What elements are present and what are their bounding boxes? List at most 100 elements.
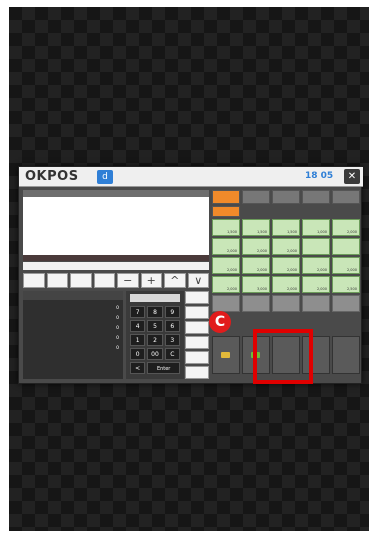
summary-tab[interactable] <box>23 291 56 300</box>
version-badge: d <box>97 170 113 184</box>
category-tab[interactable] <box>212 190 240 204</box>
menu-item[interactable]: 2,000 <box>242 257 270 274</box>
close-button[interactable]: ✕ <box>344 169 360 184</box>
side-function-button[interactable] <box>185 336 209 349</box>
menu-item-price: 1,500 <box>256 230 267 234</box>
menu-item[interactable]: 1,500 <box>272 219 300 236</box>
category-tab[interactable] <box>272 190 300 204</box>
menu-grid: 1,500 1,500 1,500 1,000 2,000 2,000 2,000 2,000… <box>212 219 360 312</box>
order-list[interactable] <box>23 197 209 255</box>
menu-item[interactable]: 2,000 <box>332 219 360 236</box>
menu-item-price: 2,000 <box>226 249 237 253</box>
menu-item[interactable] <box>212 295 240 312</box>
function-button-row: − + ^ ∨ <box>23 273 209 288</box>
keypad-key[interactable]: 3 <box>164 334 180 346</box>
order-total-cell <box>70 255 117 261</box>
keypad-key[interactable]: 4 <box>130 320 146 332</box>
cash-payment-button[interactable] <box>212 336 240 374</box>
menu-item[interactable]: 2,000 <box>242 238 270 255</box>
category-tab[interactable] <box>242 190 270 204</box>
menu-item[interactable]: 2,000 <box>272 238 300 255</box>
order-totals-bar <box>23 255 209 261</box>
payment-summary: 0 0 0 0 0 <box>23 291 123 379</box>
keypad-display <box>130 294 180 302</box>
menu-item[interactable] <box>302 238 330 255</box>
action-button[interactable] <box>332 336 360 374</box>
menu-item[interactable] <box>272 295 300 312</box>
function-button[interactable] <box>70 273 92 288</box>
chevron-down-icon[interactable]: ∨ <box>187 273 209 288</box>
function-button[interactable] <box>46 273 68 288</box>
side-function-button[interactable] <box>185 321 209 334</box>
summary-row: 0 <box>23 304 123 314</box>
menu-item[interactable]: 2,000 <box>272 257 300 274</box>
menu-item[interactable]: 1,000 <box>302 219 330 236</box>
menu-item[interactable] <box>332 238 360 255</box>
category-tab[interactable] <box>302 190 330 204</box>
keypad-key[interactable]: 6 <box>164 320 180 332</box>
menu-item[interactable]: 2,000 <box>302 257 330 274</box>
side-function-button[interactable] <box>185 366 209 379</box>
menu-item[interactable] <box>242 295 270 312</box>
menu-item[interactable]: 1,500 <box>242 219 270 236</box>
highlight-box <box>253 329 313 384</box>
menu-item[interactable] <box>332 295 360 312</box>
menu-item[interactable]: 2,500 <box>332 276 360 293</box>
menu-item[interactable]: 2,000 <box>272 276 300 293</box>
subcategory-tab[interactable] <box>212 206 240 217</box>
menu-item-price: 2,500 <box>346 287 357 291</box>
keypad-key[interactable]: 2 <box>147 334 163 346</box>
side-function-button[interactable] <box>185 291 209 304</box>
function-button[interactable] <box>93 273 115 288</box>
menu-item-price: 1,000 <box>316 230 327 234</box>
menu-item[interactable]: 2,000 <box>212 238 240 255</box>
menu-item-price: 3,000 <box>256 287 267 291</box>
menu-item[interactable]: 1,500 <box>212 219 240 236</box>
backspace-key[interactable]: < <box>130 362 146 374</box>
order-detail-strip <box>23 262 209 270</box>
keypad-key[interactable]: 0 <box>130 348 146 360</box>
order-total-cell <box>116 255 163 261</box>
menu-item-price: 2,000 <box>226 268 237 272</box>
keypad-key[interactable]: C <box>164 348 180 360</box>
minus-button[interactable]: − <box>117 273 139 288</box>
chevron-up-icon[interactable]: ^ <box>164 273 186 288</box>
keypad-key[interactable]: 8 <box>147 306 163 318</box>
title-bar: OKPOS d 18 05 ✕ <box>19 167 363 187</box>
keypad-key[interactable]: 1 <box>130 334 146 346</box>
plus-button[interactable]: + <box>140 273 162 288</box>
side-function-button[interactable] <box>185 351 209 364</box>
screen-frame: OKPOS d 18 05 ✕ − + ^ ∨ 0 0 0 0 0 7 8 9 … <box>9 7 369 531</box>
order-col-header <box>85 190 116 197</box>
menu-item-price: 2,000 <box>256 268 267 272</box>
menu-item[interactable]: 2,000 <box>212 276 240 293</box>
summary-value: 0 <box>116 326 119 331</box>
side-function-button[interactable] <box>185 306 209 319</box>
menu-item[interactable]: 2,000 <box>212 257 240 274</box>
summary-value: 0 <box>116 346 119 351</box>
menu-item-price: 2,000 <box>346 268 357 272</box>
menu-item-price: 2,000 <box>226 287 237 291</box>
order-col-header <box>116 190 147 197</box>
function-button[interactable] <box>23 273 45 288</box>
menu-item[interactable]: 3,000 <box>242 276 270 293</box>
category-tab[interactable] <box>332 190 360 204</box>
menu-item[interactable]: 2,000 <box>332 257 360 274</box>
summary-tab[interactable] <box>90 291 123 300</box>
menu-item-price: 2,000 <box>316 287 327 291</box>
keypad-key[interactable]: 5 <box>147 320 163 332</box>
enter-key[interactable]: Enter <box>147 362 180 374</box>
order-total-cell <box>23 255 70 261</box>
menu-item[interactable]: 2,000 <box>302 276 330 293</box>
summary-row: 0 <box>23 324 123 334</box>
subcategory-row <box>212 206 360 217</box>
keypad-key[interactable]: 7 <box>130 306 146 318</box>
menu-item[interactable] <box>302 295 330 312</box>
menu-item-price: 2,000 <box>286 287 297 291</box>
keypad-key[interactable]: 9 <box>164 306 180 318</box>
summary-tab[interactable] <box>56 291 89 300</box>
cash-icon <box>221 352 230 358</box>
keypad-key[interactable]: 00 <box>147 348 163 360</box>
menu-item-price: 2,000 <box>286 268 297 272</box>
menu-item-price: 2,000 <box>316 268 327 272</box>
